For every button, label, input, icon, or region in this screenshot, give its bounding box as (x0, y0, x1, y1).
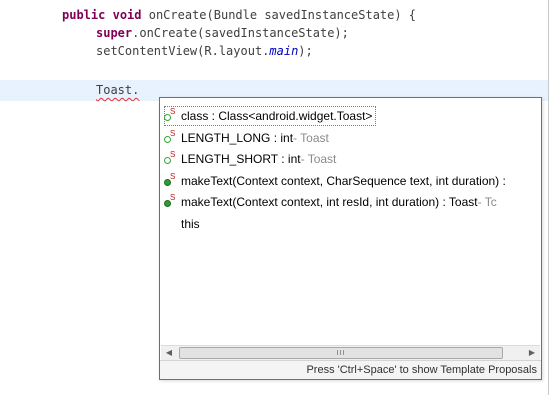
scroll-right-icon[interactable]: ▶ (524, 346, 540, 360)
proposal-label: this (181, 217, 200, 231)
keyword-super: super (96, 26, 133, 40)
proposal-item-class[interactable]: S class : Class<android.widget.Toast> (164, 106, 377, 126)
proposal-label: LENGTH_LONG : int (181, 131, 294, 145)
layout-main-field: main (269, 44, 299, 58)
scroll-left-icon[interactable]: ◀ (161, 346, 177, 360)
set-content-view-call: setContentView(R.layout. (96, 44, 270, 58)
proposal-type: - Toast (293, 131, 329, 145)
code-line-1: public void onCreate(Bundle savedInstanc… (62, 6, 416, 24)
proposal-label: makeText(Context context, CharSequence t… (181, 174, 506, 188)
proposal-label: makeText(Context context, int resId, int… (181, 195, 478, 209)
proposal-item-maketext-charsequence[interactable]: S makeText(Context context, CharSequence… (164, 171, 506, 191)
set-content-view-close: ); (298, 44, 313, 58)
proposal-item-this[interactable]: this (164, 214, 200, 234)
static-method-icon: S (164, 193, 178, 209)
static-method-icon: S (164, 172, 178, 188)
static-field-icon: S (164, 107, 178, 123)
code-line-2: super.onCreate(savedInstanceState); (96, 24, 349, 42)
proposal-type: - Tc (477, 195, 497, 209)
proposal-label: LENGTH_SHORT : int (181, 152, 301, 166)
code-line-5: Toast. (96, 81, 139, 99)
scroll-thumb[interactable]: III (179, 347, 503, 359)
static-field-icon: S (164, 150, 178, 166)
proposal-label: class : Class<android.widget.Toast> (181, 109, 373, 123)
proposal-type: - Toast (300, 152, 337, 166)
proposal-list[interactable]: S class : Class<android.widget.Toast> S … (160, 98, 541, 345)
content-assist-popup[interactable]: S class : Class<android.widget.Toast> S … (159, 97, 542, 380)
code-line-3: setContentView(R.layout.main); (96, 42, 313, 60)
super-call: .onCreate(savedInstanceState); (132, 26, 349, 40)
static-field-icon: S (164, 129, 178, 145)
proposal-item-length-long[interactable]: S LENGTH_LONG : int - Toast (164, 128, 329, 148)
keyword-void: void (112, 8, 142, 22)
proposal-item-maketext-resid[interactable]: S makeText(Context context, int resId, i… (164, 192, 497, 212)
keyword-public: public (62, 8, 106, 22)
popup-status-bar: Press 'Ctrl+Space' to show Template Prop… (160, 360, 541, 379)
method-signature: onCreate(Bundle savedInstanceState) { (141, 8, 417, 22)
blank-icon (164, 217, 178, 231)
horizontal-scrollbar[interactable]: ◀ III ▶ (161, 345, 540, 360)
scroll-grip-icon: III (336, 349, 346, 357)
proposal-item-length-short[interactable]: S LENGTH_SHORT : int - Toast (164, 149, 336, 169)
toast-typed-text: Toast. (96, 83, 140, 97)
